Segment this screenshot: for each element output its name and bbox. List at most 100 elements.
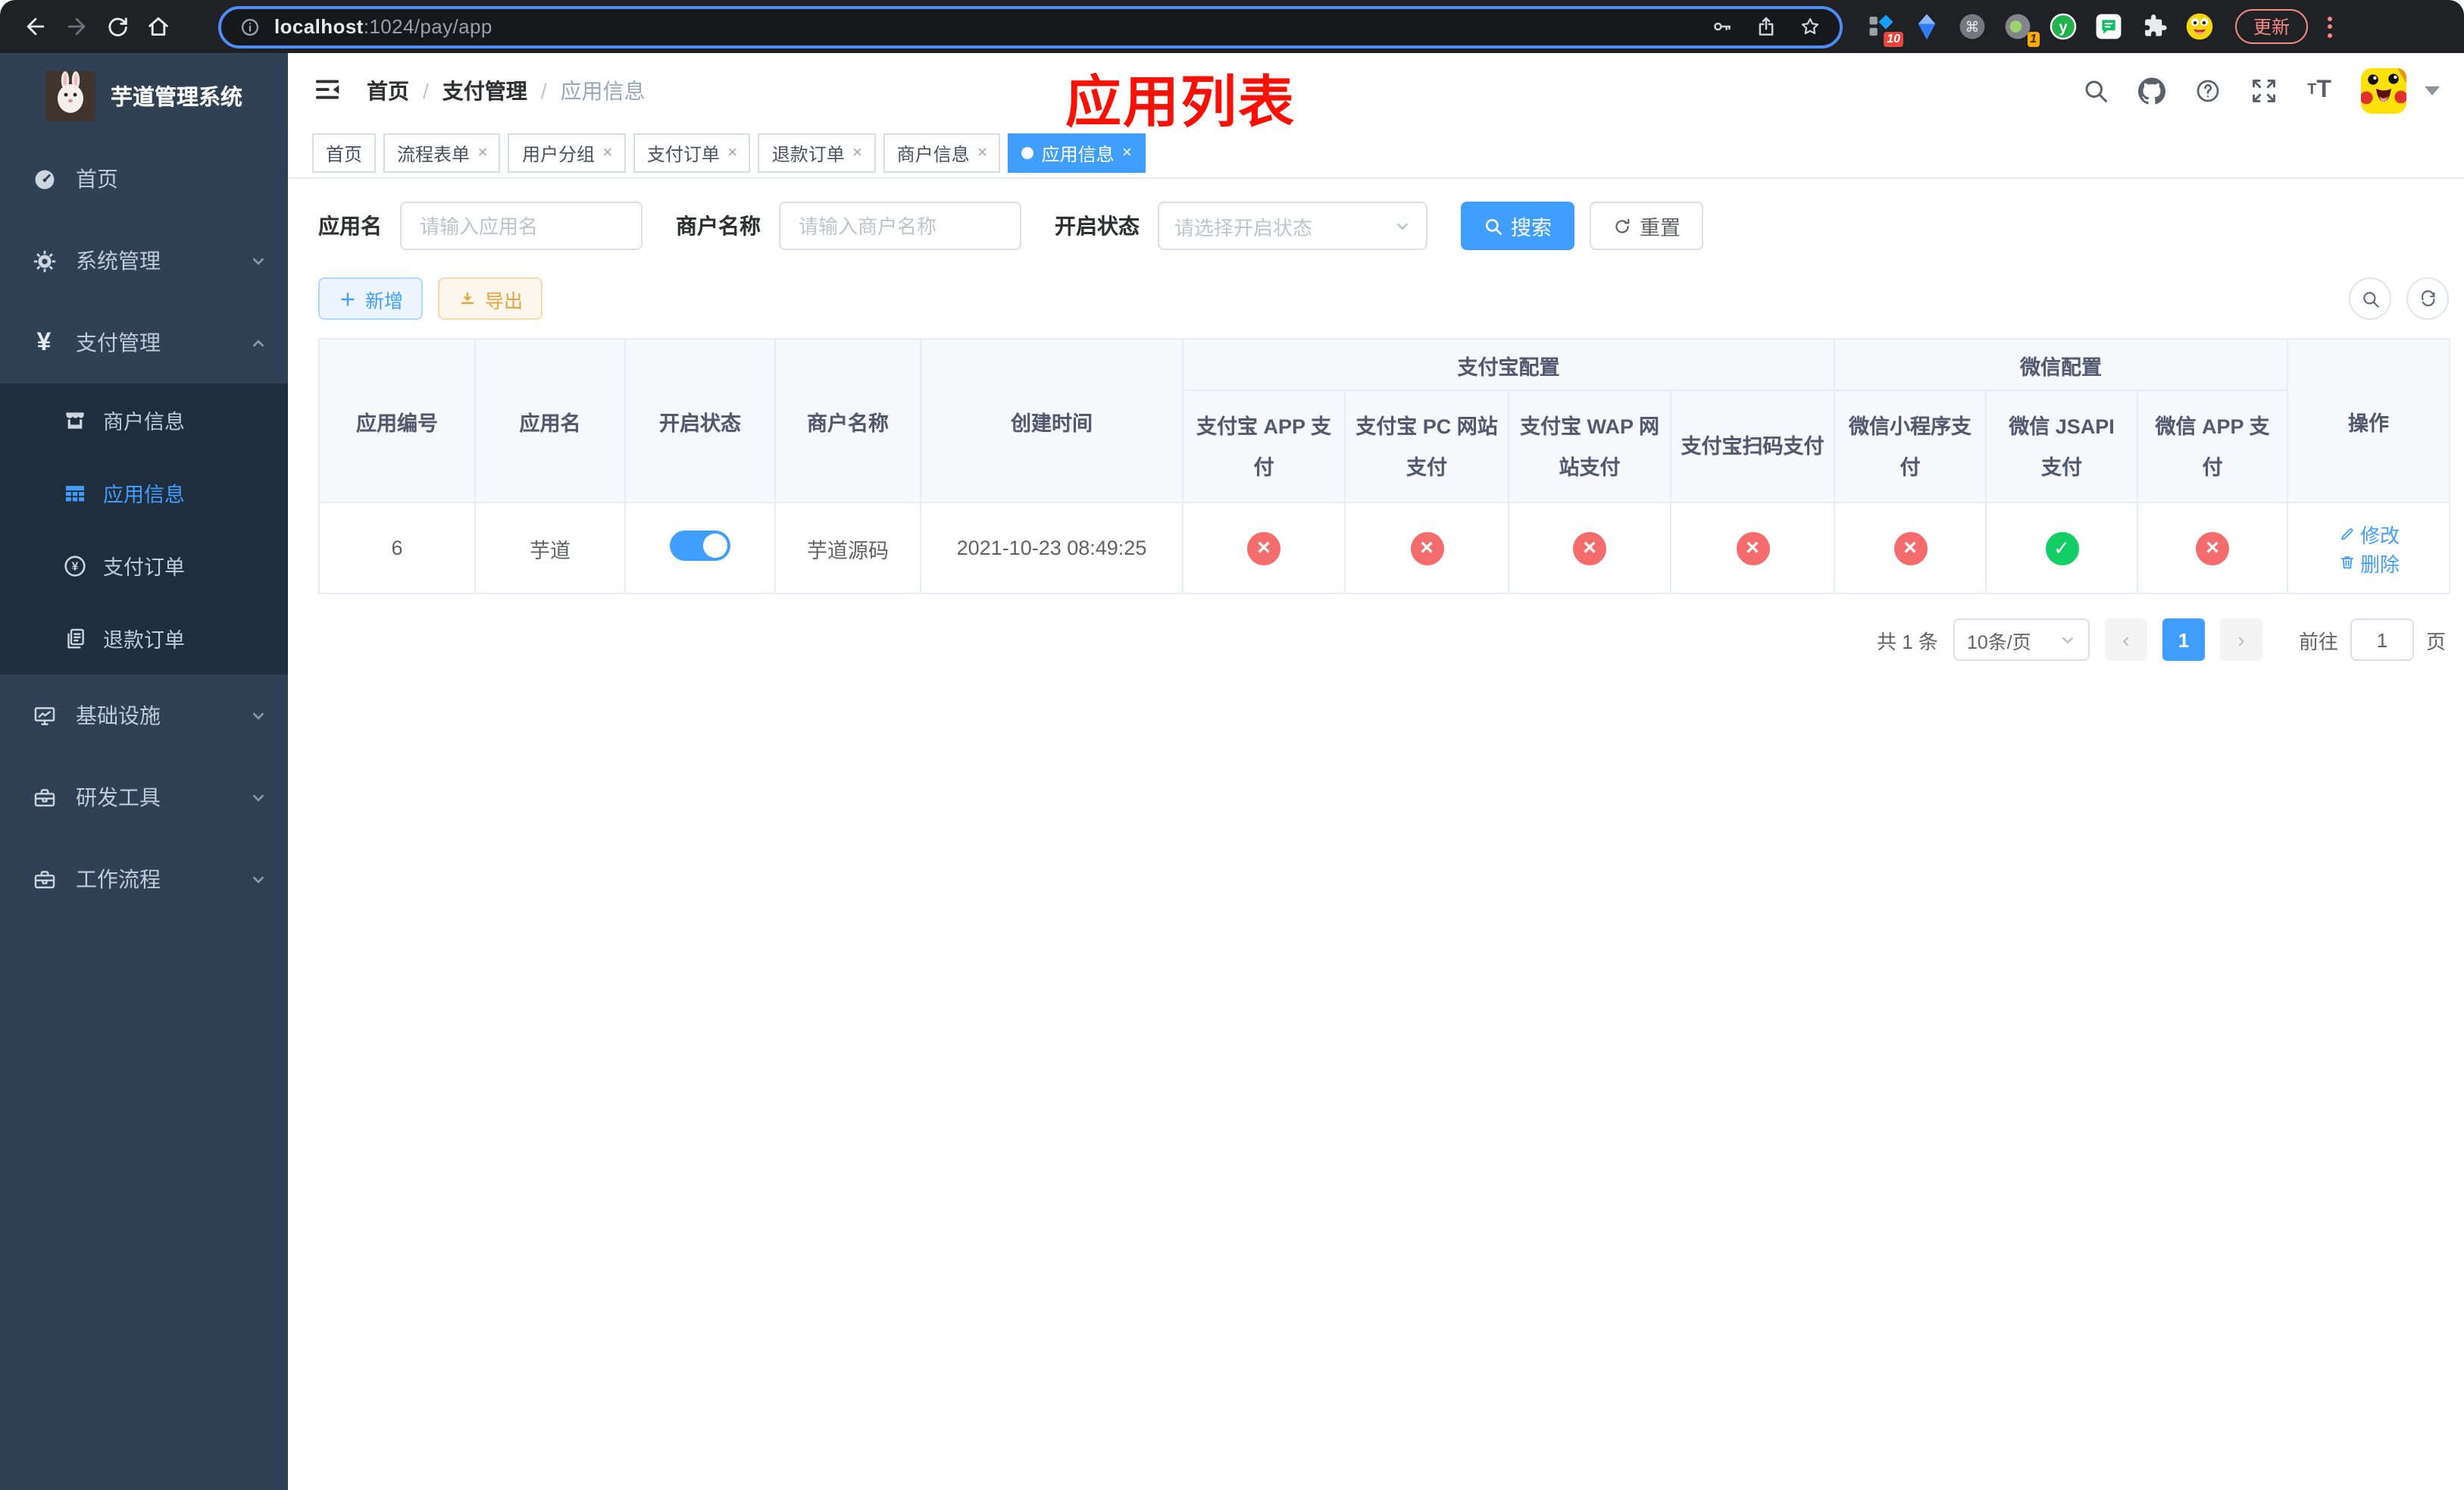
search-icon[interactable]: [2081, 77, 2109, 105]
breadcrumb-item[interactable]: 首页: [367, 76, 409, 106]
extension-tag-icon[interactable]: 10: [1867, 12, 1903, 47]
alipay-wap-status-icon: [1573, 531, 1606, 565]
sidebar-item-infrastructure[interactable]: 基础设施: [0, 675, 288, 756]
tab-label: 用户分组: [521, 143, 595, 164]
search-button[interactable]: 搜索: [1461, 202, 1574, 250]
extension-kite-icon[interactable]: [1912, 12, 1941, 41]
tab-merchant-info[interactable]: 商户信息 ×: [883, 133, 1001, 173]
sidebar-item-payment[interactable]: ¥ 支付管理: [0, 302, 288, 383]
breadcrumb-item[interactable]: 支付管理: [442, 76, 527, 106]
browser-back-icon[interactable]: [15, 6, 56, 47]
sidebar-item-label: 退款订单: [103, 629, 185, 652]
tab-close-icon[interactable]: ×: [602, 144, 612, 161]
cell-actions: 修改 删除: [2287, 502, 2451, 594]
tab-close-icon[interactable]: ×: [477, 144, 487, 161]
tab-close-icon[interactable]: ×: [1122, 144, 1132, 161]
next-page-button[interactable]: ›: [2219, 618, 2262, 661]
sidebar-item-label: 系统管理: [76, 249, 161, 273]
sidebar-item-label: 支付订单: [103, 556, 185, 579]
sidebar-item-merchant-info[interactable]: 商户信息: [0, 383, 288, 456]
payment-submenu: 商户信息 应用信息 ¥ 支付订单 退款订单: [0, 383, 288, 675]
sidebar-item-app-info[interactable]: 应用信息: [0, 456, 288, 529]
alipay-qr-status-icon: [1736, 531, 1769, 565]
help-icon[interactable]: [2193, 77, 2222, 105]
pagination-total: 共 1 条: [1877, 630, 1938, 653]
refresh-table-icon-button[interactable]: [2406, 277, 2449, 320]
share-icon[interactable]: [1755, 15, 1778, 38]
sidebar-item-refund-order[interactable]: 退款订单: [0, 602, 288, 675]
alipay-pc-status-icon: [1410, 531, 1443, 565]
address-bar[interactable]: localhost:1024/pay/app: [218, 5, 1843, 48]
goto-page-input[interactable]: [2350, 618, 2414, 661]
app-logo[interactable]: 芋道管理系统: [0, 53, 288, 138]
sidebar-item-label: 应用信息: [103, 484, 185, 506]
page-size-select[interactable]: 10条/页: [1953, 618, 2090, 661]
sidebar-item-workflow[interactable]: 工作流程: [0, 838, 288, 920]
chevron-up-icon: [250, 334, 267, 351]
edit-button[interactable]: 修改: [2337, 519, 2400, 548]
chevron-down-icon: [250, 871, 267, 887]
extension-recorder-icon[interactable]: 1: [2003, 12, 2040, 47]
sidebar-item-pay-order[interactable]: ¥ 支付订单: [0, 529, 288, 602]
merchant-name-input[interactable]: [779, 202, 1021, 250]
site-info-icon[interactable]: [239, 16, 261, 37]
column-header-app-id: 应用编号: [318, 338, 476, 503]
tab-label: 支付订单: [646, 143, 720, 164]
cell-merchant: 芋道源码: [774, 502, 921, 594]
tab-close-icon[interactable]: ×: [852, 144, 862, 161]
tab-label: 首页: [326, 143, 363, 164]
url-text[interactable]: localhost:1024/pay/app: [274, 15, 492, 38]
extension-chat-icon[interactable]: [2094, 12, 2123, 41]
add-button[interactable]: 新增: [318, 277, 424, 320]
extension-y-icon[interactable]: y: [2049, 12, 2078, 41]
export-button[interactable]: 导出: [438, 277, 543, 320]
sidebar-item-dev-tools[interactable]: 研发工具: [0, 756, 288, 838]
browser-update-button[interactable]: 更新: [2235, 9, 2309, 44]
column-header-alipay-wap: 支付宝 WAP 网站支付: [1508, 390, 1671, 503]
tab-refund-order[interactable]: 退款订单 ×: [758, 133, 876, 173]
chevron-down-icon: [250, 789, 267, 806]
add-button-label: 新增: [365, 290, 404, 311]
tab-close-icon[interactable]: ×: [727, 144, 737, 161]
breadcrumb: 首页 / 支付管理 / 应用信息: [367, 76, 646, 106]
tab-home[interactable]: 首页: [312, 133, 377, 173]
tab-app-info-active[interactable]: 应用信息 ×: [1008, 133, 1146, 173]
browser-forward-icon[interactable]: [56, 6, 97, 47]
search-button-label: 搜索: [1511, 217, 1552, 239]
sidebar-item-home[interactable]: 首页: [0, 138, 288, 220]
delete-button[interactable]: 删除: [2337, 548, 2400, 577]
current-page-button[interactable]: 1: [2162, 618, 2205, 661]
fullscreen-icon[interactable]: [2249, 77, 2278, 105]
extension-emoji-icon[interactable]: [2185, 12, 2214, 41]
tab-process-form[interactable]: 流程表单 ×: [383, 133, 501, 173]
prev-page-button[interactable]: ‹: [2104, 618, 2147, 661]
extensions-puzzle-icon[interactable]: [2140, 12, 2169, 41]
browser-menu-icon[interactable]: [2317, 10, 2341, 43]
delete-button-label: 删除: [2360, 552, 2400, 575]
tab-pay-order[interactable]: 支付订单 ×: [633, 133, 751, 173]
tab-user-group[interactable]: 用户分组 ×: [508, 133, 626, 173]
reset-button[interactable]: 重置: [1590, 202, 1703, 250]
tab-close-icon[interactable]: ×: [977, 144, 987, 161]
status-select[interactable]: 请选择开启状态: [1158, 202, 1427, 250]
browser-reload-icon[interactable]: [97, 6, 138, 47]
user-avatar[interactable]: [2361, 68, 2406, 114]
avatar-caret-icon[interactable]: [2425, 86, 2440, 95]
sidebar-item-system[interactable]: 系统管理: [0, 220, 288, 302]
extension-icons: 10 ⌘ 1 y: [1867, 12, 2214, 47]
sidebar-collapse-icon[interactable]: [312, 74, 346, 108]
status-toggle[interactable]: [670, 531, 730, 561]
column-header-alipay-app: 支付宝 APP 支付: [1182, 390, 1346, 503]
column-group-alipay: 支付宝配置: [1182, 338, 1835, 391]
wx-jsapi-status-icon: [2045, 531, 2078, 565]
extension-command-icon[interactable]: ⌘: [1958, 12, 1987, 41]
app-name-input[interactable]: [400, 202, 643, 250]
password-key-icon[interactable]: [1711, 15, 1734, 38]
toggle-search-icon-button[interactable]: [2349, 277, 2391, 320]
toolbox-icon: [30, 784, 58, 811]
github-icon[interactable]: [2137, 77, 2165, 105]
screen: localhost:1024/pay/app 10 ⌘ 1 y 更新 芋道管理系…: [0, 0, 2464, 1490]
bookmark-star-icon[interactable]: [1799, 15, 1821, 38]
browser-home-icon[interactable]: [138, 6, 179, 47]
font-size-icon[interactable]: TT: [2305, 77, 2334, 105]
